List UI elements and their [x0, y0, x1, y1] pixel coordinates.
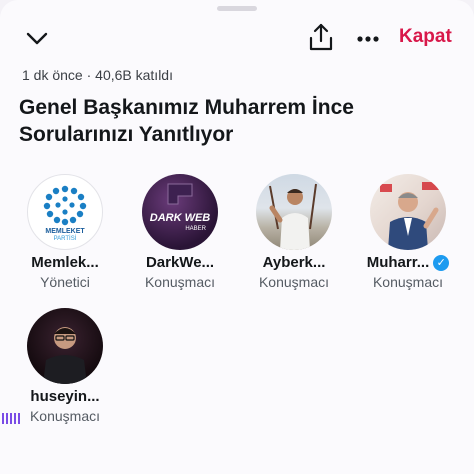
participant-role: Konuşmacı [372, 274, 444, 290]
participant-huseyin[interactable]: huseyin... Konuşmacı [10, 308, 120, 424]
participant-name-text: Muharr... [366, 254, 430, 271]
participant-name: DarkWe... [145, 254, 215, 271]
chevron-down-icon[interactable] [24, 26, 50, 52]
avatar: DARK WEB HABER [142, 174, 218, 250]
close-button[interactable]: Kapat [399, 26, 452, 48]
avatar-subtext: HABER [185, 226, 206, 232]
participant-name: huseyin... [30, 388, 100, 405]
participant-name: Memlek... [31, 254, 99, 271]
participant-role: Yönetici [40, 274, 90, 290]
space-sheet: Kapat 1 dk önce · 40,6B katıldı Genel Ba… [0, 0, 474, 474]
person-photo-icon [269, 183, 317, 250]
participant-name: Ayberk... [262, 254, 326, 271]
participant-darkweb[interactable]: DARK WEB HABER DarkWe... Konuşmacı [125, 174, 235, 290]
participant-role: Konuşmacı [144, 274, 216, 290]
avatar [27, 308, 103, 384]
space-meta: 1 dk önce · 40,6B katıldı [22, 67, 173, 83]
avatar: MEMLEKET PARTİSİ [27, 174, 103, 250]
share-icon[interactable] [307, 22, 335, 52]
participant-name: Muharr... ✓ [353, 254, 463, 271]
space-title: Genel Başkanımız Muharrem İnce Soruların… [19, 96, 354, 146]
avatar [370, 174, 446, 250]
avatar [256, 174, 332, 250]
participant-ayberk[interactable]: Ayberk... Konuşmacı [239, 174, 349, 290]
avatar-subtext: PARTİSİ [53, 236, 77, 242]
participant-role: Konuşmacı [258, 274, 330, 290]
sheet-grabber[interactable] [217, 6, 257, 11]
participant-memleket[interactable]: MEMLEKET PARTİSİ Memlek... Yönetici [10, 174, 120, 290]
participant-role: Konuşmacı [29, 408, 101, 424]
top-bar: Kapat [0, 18, 474, 58]
verified-badge-icon: ✓ [433, 255, 450, 271]
avatar-text: MEMLEKET [45, 228, 85, 235]
participant-muharrem[interactable]: Muharr... ✓ Konuşmacı [353, 174, 463, 290]
person-photo-icon [380, 182, 440, 250]
person-photo-icon [43, 327, 87, 384]
avatar-text: DARK WEB [149, 212, 211, 224]
more-icon[interactable] [355, 26, 381, 52]
speaking-indicator-icon [2, 411, 22, 424]
